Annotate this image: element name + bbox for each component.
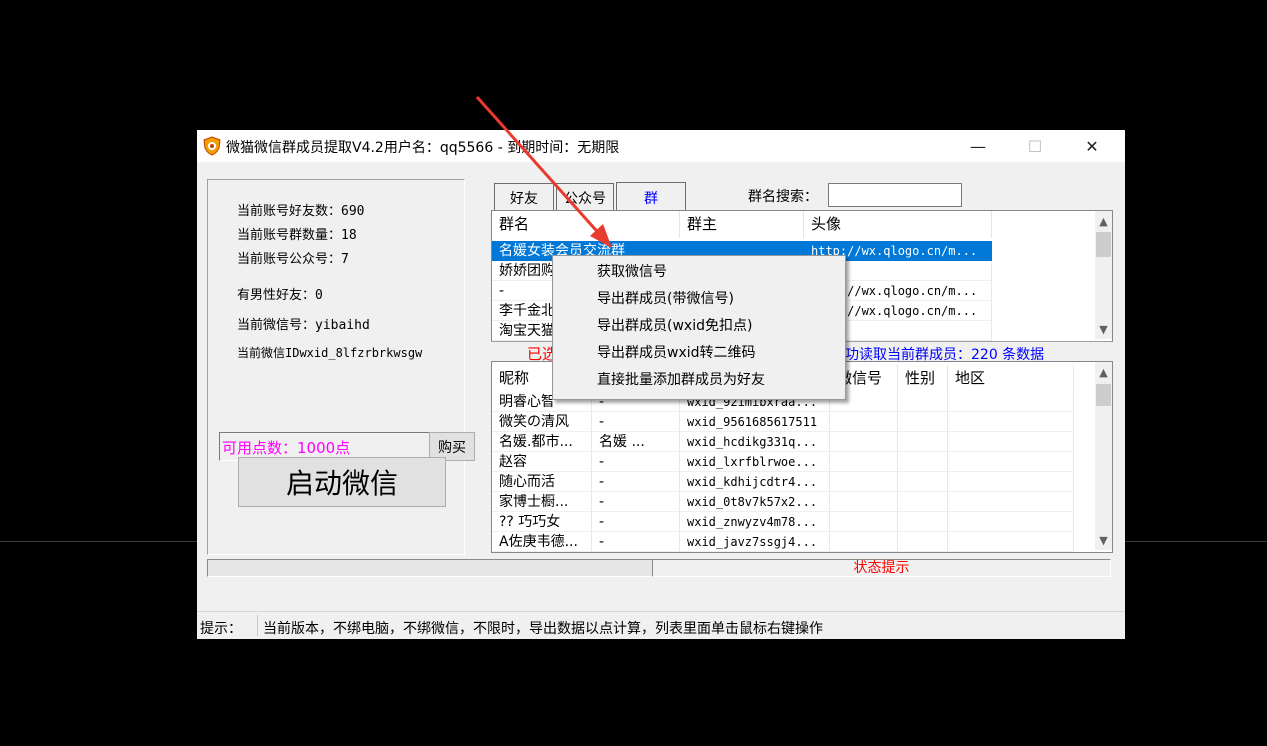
annotation-arrow-icon xyxy=(475,96,612,248)
